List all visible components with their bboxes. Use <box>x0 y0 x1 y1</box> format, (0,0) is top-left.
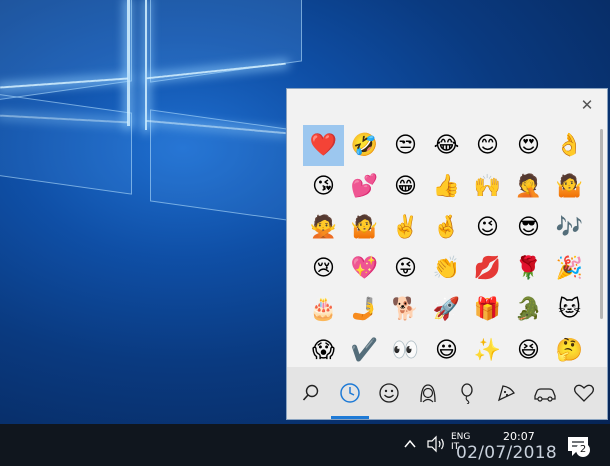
emoji-cell[interactable]: 🎉 <box>549 248 590 289</box>
emoji-cell[interactable]: 😜 <box>385 248 426 289</box>
emoji-cell[interactable]: 😉 <box>467 207 508 248</box>
category-symbols[interactable] <box>569 378 599 408</box>
emoji-cell[interactable]: 👌 <box>549 125 590 166</box>
emoji-cell[interactable]: 💕 <box>344 166 385 207</box>
emoji-cell[interactable]: ✌️ <box>385 207 426 248</box>
emoji-cell[interactable]: 🤷 <box>344 207 385 248</box>
category-search[interactable] <box>296 378 326 408</box>
emoji-cell[interactable]: 💖 <box>344 248 385 289</box>
emoji-cell[interactable]: 🤳 <box>344 289 385 330</box>
balloon-icon <box>460 383 473 404</box>
emoji-cell[interactable]: 🎂 <box>303 289 344 330</box>
emoji-cell[interactable]: 🤣 <box>344 125 385 166</box>
emoji-cell[interactable]: 🙌 <box>467 166 508 207</box>
car-icon <box>533 388 556 402</box>
notification-count-badge: 2 <box>576 443 590 457</box>
emoji-cell[interactable]: 😊 <box>467 125 508 166</box>
emoji-cell[interactable]: 👀 <box>385 330 426 363</box>
clock-time[interactable]: 20:07 <box>503 430 535 443</box>
heart-icon <box>573 384 594 402</box>
emoji-cell[interactable]: 😍 <box>508 125 549 166</box>
category-recent[interactable] <box>330 378 369 419</box>
emoji-cell[interactable]: 😢 <box>303 248 344 289</box>
category-smileys[interactable] <box>374 378 404 408</box>
emoji-cell[interactable]: 😁 <box>385 166 426 207</box>
scrollbar[interactable] <box>600 129 603 319</box>
category-food[interactable] <box>491 378 521 408</box>
emoji-cell[interactable]: 🚀 <box>426 289 467 330</box>
emoji-cell[interactable]: 👍 <box>426 166 467 207</box>
category-celebration[interactable] <box>452 378 482 408</box>
emoji-cell[interactable]: 🤷 <box>549 166 590 207</box>
emoji-cell[interactable]: 🤞 <box>426 207 467 248</box>
search-icon <box>302 384 318 401</box>
chevron-up-icon[interactable] <box>402 436 418 452</box>
wallpaper-light-vertical-2 <box>145 0 147 130</box>
taskbar: ENG IT 20:07 02/07/2018 2 <box>0 424 610 466</box>
pizza-icon <box>497 385 515 402</box>
category-people[interactable] <box>413 378 443 408</box>
wallpaper-light-vertical-1 <box>127 0 130 126</box>
emoji-cell[interactable]: 😎 <box>508 207 549 248</box>
emoji-cell[interactable]: 🐊 <box>508 289 549 330</box>
category-travel[interactable] <box>530 378 560 408</box>
emoji-cell[interactable]: 🤔 <box>549 330 590 363</box>
emoji-cell[interactable]: 😒 <box>385 125 426 166</box>
emoji-cell[interactable]: 🙅 <box>303 207 344 248</box>
speaker-icon[interactable] <box>426 435 446 453</box>
emoji-cell[interactable]: 😱 <box>303 330 344 363</box>
emoji-cell[interactable]: 😃 <box>426 330 467 363</box>
emoji-cell[interactable]: 🎁 <box>467 289 508 330</box>
emoji-cell[interactable]: 🐱 <box>549 289 590 330</box>
emoji-cell[interactable]: ❤️ <box>303 125 344 166</box>
wallpaper-pane-bottom-left <box>0 91 132 195</box>
emoji-cell[interactable]: 🤦 <box>508 166 549 207</box>
emoji-cell[interactable]: ✔️ <box>344 330 385 363</box>
emoji-cell[interactable]: ✨ <box>467 330 508 363</box>
category-bar <box>287 367 607 419</box>
emoji-cell[interactable]: 🌹 <box>508 248 549 289</box>
emoji-panel: ✕ ❤️ 🤣 😒 😂 😊 😍 👌 😘 💕 😁 👍 🙌 🤦 🤷 🙅 🤷 ✌️ 🤞 😉 😎 🎶 😢 💖 😜 👏 💋 🌹 🎉 🎂 🤳 🐕 🚀 🎁 🐊 🐱 😱… <box>286 88 608 420</box>
person-icon <box>419 384 436 403</box>
emoji-cell[interactable]: 🐕 <box>385 289 426 330</box>
language-code: ENG <box>451 432 471 442</box>
wallpaper-pane-top-left <box>0 0 132 103</box>
clock-icon <box>339 383 360 403</box>
close-button[interactable]: ✕ <box>577 95 597 115</box>
emoji-cell[interactable]: 💋 <box>467 248 508 289</box>
clock-date[interactable]: 02/07/2018 <box>456 443 557 463</box>
emoji-cell[interactable]: 😘 <box>303 166 344 207</box>
emoji-cell[interactable]: 😆 <box>508 330 549 363</box>
emoji-cell[interactable]: 😂 <box>426 125 467 166</box>
emoji-cell[interactable]: 👏 <box>426 248 467 289</box>
emoji-grid: ❤️ 🤣 😒 😂 😊 😍 👌 😘 💕 😁 👍 🙌 🤦 🤷 🙅 🤷 ✌️ 🤞 😉 😎 🎶 😢 💖 😜 👏 💋 🌹 🎉 🎂 🤳 🐕 🚀 🎁 🐊 🐱 😱 ✔️… <box>303 125 597 363</box>
emoji-cell[interactable]: 🎶 <box>549 207 590 248</box>
smiley-icon <box>378 383 399 403</box>
